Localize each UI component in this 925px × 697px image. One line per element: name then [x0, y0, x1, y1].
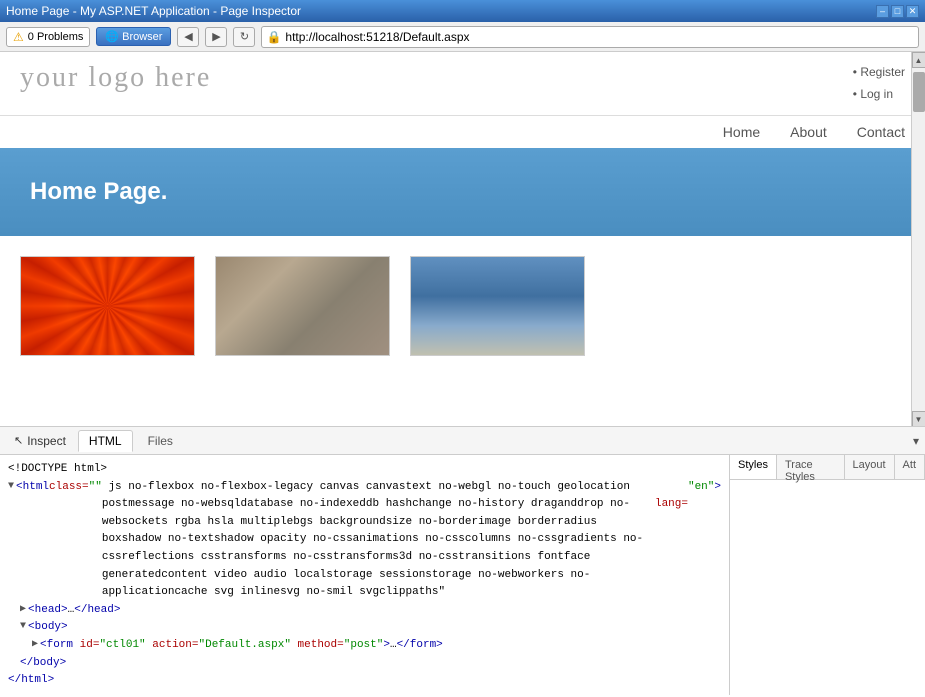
cursor-icon: ↖ [14, 434, 23, 447]
inspector-chevron[interactable]: ▾ [913, 434, 919, 448]
tab-layout[interactable]: Layout [845, 455, 895, 479]
koala-image [216, 257, 389, 355]
tab-styles[interactable]: Styles [730, 455, 777, 479]
site-logo: your logo here [20, 62, 211, 94]
warning-icon: ⚠ [13, 30, 24, 44]
inspect-button[interactable]: ↖ Inspect [6, 431, 74, 451]
inspector-tabs: ↖ Inspect HTML Files ▾ [0, 427, 925, 455]
html-line-html-open: ▼ <html class="" js no-flexbox no-flexbo… [8, 479, 721, 602]
styles-content [730, 480, 925, 492]
html-line-body-close: </body> [8, 655, 721, 673]
title-bar: Home Page - My ASP.NET Application - Pag… [0, 0, 925, 22]
browser-label: Browser [122, 31, 162, 43]
site-nav-main: Home About Contact [0, 115, 925, 148]
site-images [0, 236, 925, 376]
styles-tabs: Styles Trace Styles Layout Att [730, 455, 925, 480]
html-line-html-close: </html> [8, 672, 721, 690]
close-button[interactable]: ✕ [906, 5, 919, 18]
problems-badge: ⚠ 0 Problems [6, 27, 90, 47]
nav-contact[interactable]: Contact [857, 124, 905, 140]
scrollbar-thumb[interactable] [913, 72, 925, 112]
tab-att[interactable]: Att [895, 455, 925, 479]
penguin-image [411, 257, 584, 355]
refresh-button[interactable]: ↻ [233, 27, 255, 47]
site-image-koala [215, 256, 390, 356]
nav-top-register[interactable]: Register [853, 62, 905, 84]
tab-files[interactable]: Files [137, 430, 184, 452]
nav-home[interactable]: Home [723, 124, 760, 140]
forward-button[interactable]: ▶ [205, 27, 227, 47]
flower-image [21, 257, 194, 355]
inspector-panel: <!DOCTYPE html> ▼ <html class="" js no-f… [0, 455, 925, 695]
html-line-doctype: <!DOCTYPE html> [8, 461, 721, 479]
maximize-button[interactable]: □ [891, 5, 904, 18]
problems-count: 0 Problems [28, 31, 84, 43]
browser-viewport: your logo here Register Log in Home Abou… [0, 52, 925, 427]
url-bar[interactable]: 🔒 [261, 26, 919, 48]
site-header: your logo here Register Log in [0, 52, 925, 115]
scroll-down-button[interactable]: ▼ [912, 411, 925, 427]
site-image-penguins [410, 256, 585, 356]
toolbar: ⚠ 0 Problems 🌐 Browser ◀ ▶ ↻ 🔒 [0, 22, 925, 52]
browser-button[interactable]: 🌐 Browser [96, 27, 171, 46]
hero-title: Home Page. [30, 178, 895, 206]
html-line-body-open: ▼ <body> [8, 619, 721, 637]
scrollbar-right[interactable]: ▲ ▼ [911, 52, 925, 427]
site-hero: Home Page. [0, 148, 925, 236]
nav-about[interactable]: About [790, 124, 827, 140]
tab-html[interactable]: HTML [78, 430, 133, 452]
url-input[interactable] [285, 30, 914, 44]
nav-top-login[interactable]: Log in [853, 84, 905, 106]
title-bar-left: Home Page - My ASP.NET Application - Pag… [6, 4, 301, 18]
minimize-button[interactable]: – [876, 5, 889, 18]
html-line-form: ▶ <form id="ctl01" action="Default.aspx"… [8, 637, 721, 655]
site-nav-top: Register Log in [853, 62, 905, 105]
title-bar-controls: – □ ✕ [876, 5, 919, 18]
scroll-up-button[interactable]: ▲ [912, 52, 925, 68]
site-image-flower [20, 256, 195, 356]
back-button[interactable]: ◀ [177, 27, 199, 47]
url-icon: 🔒 [266, 30, 281, 44]
styles-panel: Styles Trace Styles Layout Att [730, 455, 925, 695]
html-line-head: ▶ <head> … </head> [8, 602, 721, 620]
tab-trace-styles[interactable]: Trace Styles [777, 455, 845, 479]
browser-icon: 🌐 [105, 30, 119, 43]
title-bar-title: Home Page - My ASP.NET Application - Pag… [6, 4, 301, 18]
inspect-label: Inspect [27, 434, 66, 448]
html-panel: <!DOCTYPE html> ▼ <html class="" js no-f… [0, 455, 730, 695]
